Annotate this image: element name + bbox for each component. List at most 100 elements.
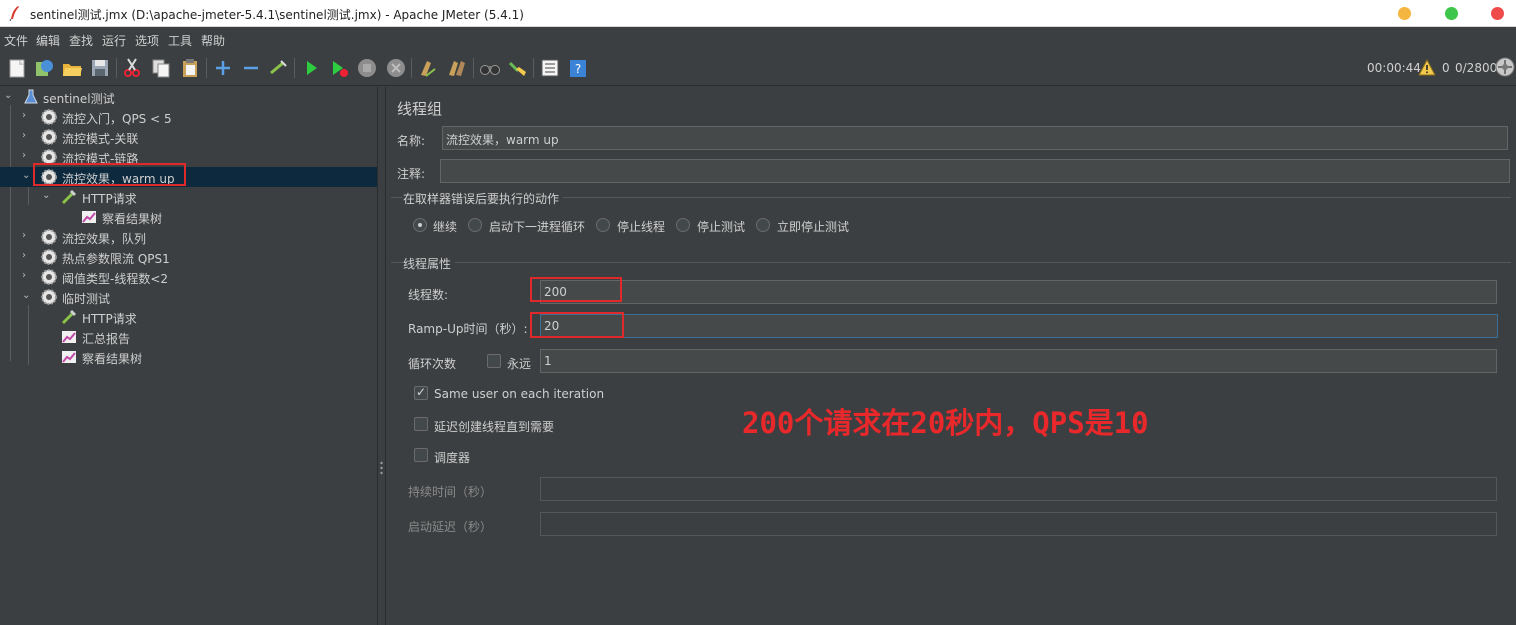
threads-field[interactable]: 200 [540, 280, 1497, 304]
warning-icon[interactable] [1418, 59, 1436, 76]
gear-icon [41, 129, 57, 145]
menu-options[interactable]: 选项 [135, 32, 159, 49]
gear-icon [41, 269, 57, 285]
startup-delay-field[interactable] [540, 512, 1497, 536]
scheduler-checkbox[interactable] [414, 448, 428, 462]
chevron-down-icon[interactable]: ⌄ [22, 290, 32, 302]
chevron-down-icon[interactable]: ⌄ [42, 190, 52, 202]
chevron-right-icon[interactable]: › [22, 270, 32, 282]
radio-start-next-loop[interactable] [468, 218, 482, 232]
panel-title: 线程组 [397, 100, 443, 118]
duration-field[interactable] [540, 477, 1497, 501]
chevron-right-icon[interactable]: › [22, 230, 32, 242]
toolbar: ? 00:00:44 0 0/2800 [0, 50, 1516, 86]
tree-node-thread-group[interactable]: › 流控效果，队列 [0, 227, 377, 247]
toggle-icon[interactable] [267, 57, 289, 79]
tree-node-thread-group[interactable]: › 流控入门，QPS < 5 [0, 107, 377, 127]
rampup-field[interactable]: 20 [540, 314, 1498, 338]
duration-label: 持续时间（秒） [408, 485, 493, 499]
chevron-down-icon[interactable]: ⌄ [22, 170, 32, 182]
menu-bar: 文件 编辑 查找 运行 选项 工具 帮助 [0, 28, 1516, 50]
minimize-button[interactable] [1398, 7, 1411, 20]
menu-edit[interactable]: 编辑 [36, 32, 60, 49]
thread-props-section-title: 线程属性 [403, 255, 456, 272]
clear-all-icon[interactable] [446, 57, 468, 79]
forever-checkbox[interactable] [487, 354, 501, 368]
active-threads: 0/2800 [1455, 61, 1498, 75]
reset-search-icon[interactable] [506, 57, 528, 79]
new-icon[interactable] [6, 57, 28, 79]
menu-search[interactable]: 查找 [69, 32, 93, 49]
function-helper-icon[interactable] [539, 57, 561, 79]
templates-icon[interactable] [33, 57, 55, 79]
menu-file[interactable]: 文件 [4, 32, 28, 49]
copy-icon[interactable] [150, 57, 172, 79]
delay-thread-creation-checkbox[interactable] [414, 417, 428, 431]
chevron-right-icon[interactable]: › [22, 130, 32, 142]
drag-handle-icon[interactable] [380, 461, 383, 475]
tree-node-http-sampler[interactable]: HTTP请求 [0, 307, 377, 327]
comment-field[interactable] [440, 159, 1510, 183]
cut-icon[interactable] [121, 57, 143, 79]
paste-icon[interactable] [179, 57, 201, 79]
test-plan-tree: ⌄ sentinel测试 › 流控入门，QPS < 5 › 流控模式-关联 › … [0, 87, 378, 625]
menu-tools[interactable]: 工具 [168, 32, 192, 49]
warning-count: 0 [1442, 61, 1450, 75]
expand-icon[interactable] [212, 57, 234, 79]
gear-icon [41, 229, 57, 245]
tree-node-thread-group[interactable]: › 流控模式-关联 [0, 127, 377, 147]
radio-stop-thread[interactable] [596, 218, 610, 232]
stop-icon[interactable] [356, 57, 378, 79]
tree-node-test-plan[interactable]: ⌄ sentinel测试 [0, 87, 377, 107]
tree-node-thread-group[interactable]: › 阈值类型-线程数<2 [0, 267, 377, 287]
rampup-label: Ramp-Up时间（秒）: [408, 322, 528, 336]
start-no-pause-icon[interactable] [328, 57, 350, 79]
highlight-box [530, 277, 622, 302]
flask-icon [24, 89, 38, 104]
comment-label: 注释: [397, 167, 426, 181]
shutdown-icon[interactable] [385, 57, 407, 79]
tree-node-thread-group[interactable]: ⌄ 临时测试 [0, 287, 377, 307]
loop-count-field[interactable]: 1 [540, 349, 1497, 373]
title-bar: sentinel测试.jmx (D:\apache-jmeter-5.4.1\s… [0, 0, 1516, 27]
chevron-right-icon[interactable]: › [22, 110, 32, 122]
loop-label: 循环次数 [408, 357, 457, 371]
collapse-icon[interactable] [240, 57, 262, 79]
open-icon[interactable] [61, 57, 83, 79]
radio-stop-test-now[interactable] [756, 218, 770, 232]
search-icon[interactable] [479, 57, 501, 79]
tree-node-http-sampler[interactable]: ⌄ HTTP请求 [0, 187, 377, 207]
jmeter-feather-icon [9, 6, 19, 21]
scheduler-label: 调度器 [434, 451, 471, 465]
tree-node-listener[interactable]: 察看结果树 [0, 347, 377, 367]
forever-label: 永远 [507, 357, 532, 371]
clear-icon[interactable] [417, 57, 439, 79]
same-user-checkbox[interactable] [414, 385, 428, 400]
svg-text:?: ? [575, 62, 581, 76]
tree-node-thread-group[interactable]: › 热点参数限流 QPS1 [0, 247, 377, 267]
startup-delay-label: 启动延迟（秒） [408, 520, 493, 534]
remote-engines-icon[interactable] [1495, 57, 1515, 77]
save-icon[interactable] [89, 57, 111, 79]
gear-icon [41, 289, 57, 305]
chevron-right-icon[interactable]: › [22, 250, 32, 262]
maximize-button[interactable] [1445, 7, 1458, 20]
radio-continue[interactable] [413, 218, 427, 232]
menu-help[interactable]: 帮助 [201, 32, 225, 49]
threads-label: 线程数: [408, 288, 449, 302]
close-button[interactable] [1491, 7, 1504, 20]
menu-run[interactable]: 运行 [102, 32, 126, 49]
tree-node-listener[interactable]: 汇总报告 [0, 327, 377, 347]
radio-stop-test[interactable] [676, 218, 690, 232]
pane-splitter[interactable] [378, 87, 386, 625]
chevron-down-icon[interactable]: ⌄ [4, 90, 14, 102]
graph-icon [62, 351, 76, 363]
help-icon[interactable]: ? [567, 57, 589, 79]
name-field[interactable]: 流控效果，warm up [442, 126, 1508, 150]
gear-icon [41, 249, 57, 265]
start-icon[interactable] [300, 57, 322, 79]
gear-icon [41, 109, 57, 125]
chevron-right-icon[interactable]: › [22, 150, 32, 162]
tree-node-listener[interactable]: 察看结果树 [0, 207, 377, 227]
pipette-icon [61, 309, 77, 325]
